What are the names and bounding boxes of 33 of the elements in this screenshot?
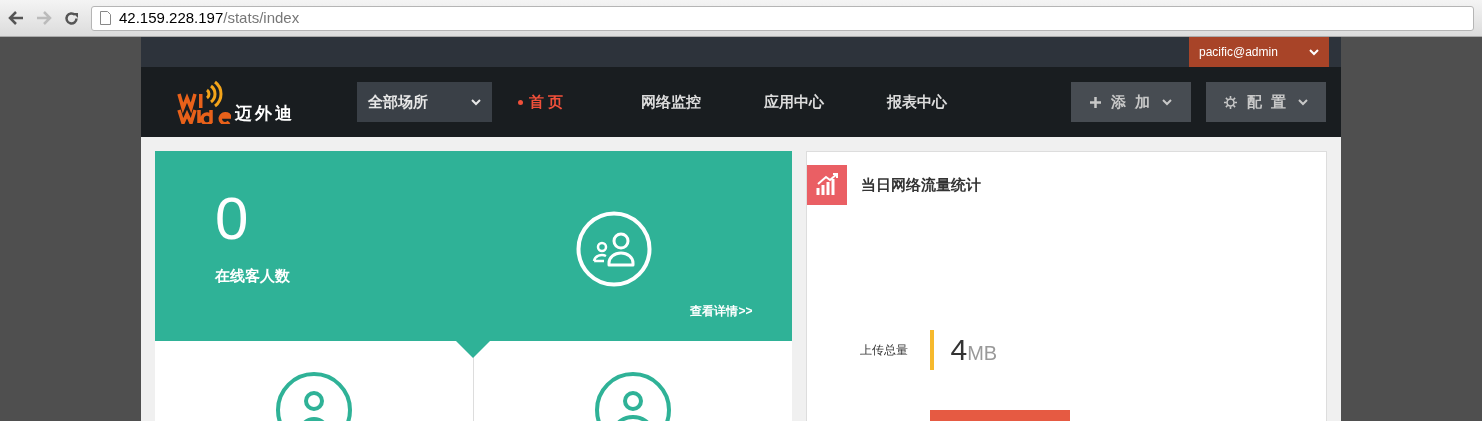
back-arrow-icon[interactable] xyxy=(8,11,24,25)
upload-marker xyxy=(930,329,935,370)
traffic-title: 当日网络流量统计 xyxy=(861,174,982,195)
new-user-icon xyxy=(594,371,673,421)
user-menu-button[interactable]: pacific@admin xyxy=(1189,37,1329,67)
add-button[interactable]: 添 加 xyxy=(1071,82,1191,122)
config-button[interactable]: 配 置 xyxy=(1206,82,1326,122)
url-path: /stats/index xyxy=(223,8,300,26)
wifi-logo-icon xyxy=(177,80,231,124)
user-icon xyxy=(275,371,354,421)
nav-tab[interactable]: 报表中心 xyxy=(887,90,1010,114)
online-label: 在线客人数 xyxy=(215,266,290,286)
chevron-down-icon xyxy=(1309,48,1319,56)
address-bar[interactable]: 42.159.228.197/stats/index xyxy=(91,5,1474,31)
plus-icon xyxy=(1090,96,1102,108)
nav-tab[interactable]: 网络监控 xyxy=(641,90,764,114)
chevron-down-icon xyxy=(471,98,481,106)
upload-value: 4 xyxy=(950,332,968,368)
logo-text: 迈外迪 xyxy=(235,102,295,125)
gear-icon xyxy=(1224,95,1238,109)
nav-tab[interactable]: 应用中心 xyxy=(764,90,887,114)
page-icon xyxy=(100,11,111,25)
online-count: 0 xyxy=(215,189,250,249)
nav-tab[interactable]: 首 页 xyxy=(518,90,641,114)
url-host: 42.159.228.197 xyxy=(119,8,224,26)
upload-unit: MB xyxy=(967,342,998,366)
venue-select[interactable]: 全部场所 xyxy=(357,82,492,122)
users-icon xyxy=(576,211,653,287)
logo[interactable]: 迈外迪 xyxy=(177,80,357,124)
chevron-down-icon xyxy=(1161,98,1172,106)
chevron-down-icon xyxy=(1297,98,1308,106)
upload-label: 上传总量 xyxy=(860,341,910,359)
reload-icon[interactable] xyxy=(64,10,79,26)
